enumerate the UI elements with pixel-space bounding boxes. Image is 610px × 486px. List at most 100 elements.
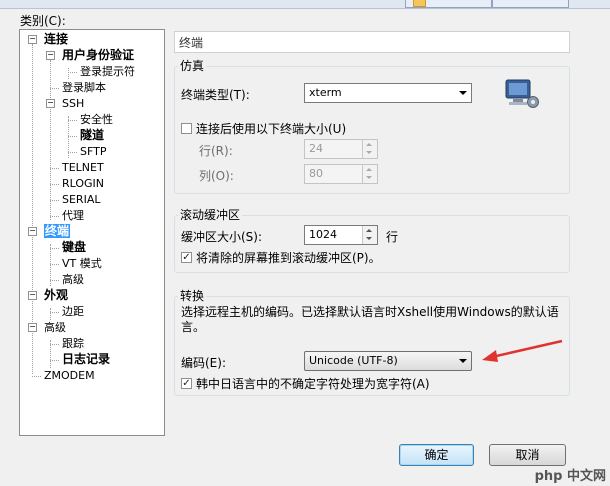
tree-connector <box>32 376 41 377</box>
terminal-settings-icon <box>505 79 539 108</box>
tree-item[interactable]: SFTP <box>80 144 106 159</box>
tree-item[interactable]: RLOGIN <box>62 176 104 191</box>
push-cleared-checkbox[interactable]: ✓ <box>181 252 192 263</box>
cjk-wide-label: 韩中日语言中的不确定字符处理为宽字符(A) <box>196 377 430 391</box>
spin-down-icon <box>366 151 372 154</box>
tree-item-label: 安全性 <box>80 113 113 126</box>
tree-item[interactable]: 用户身份验证 <box>62 48 134 63</box>
tree-connector <box>68 72 77 73</box>
tree-item-label: ZMODEM <box>44 369 95 382</box>
tree-item-label: 跟踪 <box>62 337 84 350</box>
tree-item[interactable]: SSH <box>62 96 84 111</box>
tree-item[interactable]: ZMODEM <box>44 368 95 383</box>
tree-connector <box>50 216 59 217</box>
tree-item[interactable]: 登录提示符 <box>80 64 135 79</box>
tree-item-label: 用户身份验证 <box>62 48 135 62</box>
chevron-down-icon <box>459 359 467 363</box>
tree-item-label: 高级 <box>44 321 66 334</box>
tree-connector <box>50 60 51 220</box>
cols-stepper[interactable] <box>362 165 377 183</box>
tree-item[interactable]: 隧道 <box>80 128 104 143</box>
tree-item-label: 日志记录 <box>62 352 111 366</box>
tree-item[interactable]: 边距 <box>62 304 84 319</box>
translation-group-title: 转换 <box>178 287 207 304</box>
tree-item[interactable]: 高级 <box>62 272 84 287</box>
tree-item[interactable]: 终端 <box>44 224 71 239</box>
tree-item-label: 终端 <box>44 224 71 238</box>
tree-item[interactable]: 代理 <box>62 208 84 223</box>
tree-item-label: 登录脚本 <box>62 81 106 94</box>
emulation-group-title: 仿真 <box>178 57 207 74</box>
rows-stepper[interactable] <box>362 140 377 158</box>
encoding-select[interactable]: Unicode (UTF-8) <box>304 351 472 371</box>
tree-item[interactable]: TELNET <box>62 160 104 175</box>
tree-item[interactable]: 跟踪 <box>62 336 84 351</box>
tree-item-label: 高级 <box>62 273 84 286</box>
ok-button[interactable]: 确定 <box>399 444 474 466</box>
tree-item-label: SSH <box>62 97 85 110</box>
terminal-type-select[interactable]: xterm <box>304 83 472 103</box>
cols-spinner[interactable]: 80 <box>304 164 378 184</box>
tree-item-label: RLOGIN <box>62 177 105 190</box>
tree-item-label: 键盘 <box>62 240 87 254</box>
buffer-size-value: 1024 <box>309 228 337 241</box>
category-label: 类别(C): <box>20 14 66 28</box>
tree-item-label: 外观 <box>44 288 69 302</box>
tree-item[interactable]: 键盘 <box>62 240 86 255</box>
resize-terminal-checkbox[interactable] <box>181 123 192 134</box>
collapse-icon[interactable]: − <box>28 227 37 236</box>
resize-terminal-label: 连接后使用以下终端大小(U) <box>196 122 347 136</box>
tree-item[interactable]: VT 模式 <box>62 256 102 271</box>
terminal-type-value: xterm <box>309 86 342 99</box>
tree-connector <box>68 152 77 153</box>
tree-item-label: VT 模式 <box>62 257 102 270</box>
buffer-unit-label: 行 <box>386 230 399 244</box>
rows-spinner[interactable]: 24 <box>304 139 378 159</box>
folder-icon <box>413 0 426 7</box>
page-title: 终端 <box>174 31 570 53</box>
push-cleared-label: 将清除的屏幕推到滚动缓冲区(P)。 <box>196 251 381 265</box>
tree-item-label: SERIAL <box>62 193 101 206</box>
tree-item[interactable]: 高级 <box>44 320 66 335</box>
tree-item-label: 登录提示符 <box>80 65 135 78</box>
watermark: php 中文网 <box>534 469 606 484</box>
tree-connector <box>50 308 51 320</box>
tree-item-label: 代理 <box>62 209 84 222</box>
tree-item[interactable]: SERIAL <box>62 192 100 207</box>
spin-up-icon <box>366 143 372 146</box>
tree-item-label: 连接 <box>44 32 69 46</box>
rows-value: 24 <box>309 142 323 155</box>
tree-item-label: TELNET <box>62 161 104 174</box>
tree-item-label: 隧道 <box>80 128 105 142</box>
tree-connector <box>68 120 77 121</box>
tree-connector <box>50 184 59 185</box>
cols-label: 列(O): <box>199 169 234 183</box>
tree-item[interactable]: 日志记录 <box>62 352 110 367</box>
cjk-wide-checkbox[interactable]: ✓ <box>181 378 192 389</box>
buffer-size-label: 缓冲区大小(S): <box>181 230 263 244</box>
scrollback-group-title: 滚动缓冲区 <box>178 206 243 223</box>
tree-item[interactable]: 连接 <box>44 32 68 47</box>
tree-connector <box>50 312 59 313</box>
spin-up-icon <box>366 168 372 171</box>
category-tree[interactable]: 连接 − 用户身份验证 − 登录提示符 登录脚本 SSH − 安全性 隧道 SFTP TELNET RL… <box>19 29 165 436</box>
background-window-button <box>492 0 569 8</box>
tree-item[interactable]: 登录脚本 <box>62 80 106 95</box>
collapse-icon[interactable]: − <box>46 99 55 108</box>
collapse-icon[interactable]: − <box>46 51 55 60</box>
collapse-icon[interactable]: − <box>28 35 37 44</box>
collapse-icon[interactable]: − <box>28 323 37 332</box>
tree-item-label: 边距 <box>62 305 84 318</box>
encoding-label: 编码(E): <box>181 356 226 370</box>
tree-item[interactable]: 外观 <box>44 288 68 303</box>
spin-down-icon <box>366 176 372 179</box>
encoding-description: 选择远程主机的编码。已选择默认语言时Xshell使用Windows的默认语言。 <box>181 305 559 334</box>
cols-value: 80 <box>309 167 323 180</box>
buffer-size-stepper[interactable] <box>362 226 377 244</box>
tree-item[interactable]: 安全性 <box>80 112 113 127</box>
cancel-button[interactable]: 取消 <box>489 444 566 466</box>
collapse-icon[interactable]: − <box>28 291 37 300</box>
encoding-value: Unicode (UTF-8) <box>309 354 398 367</box>
spin-up-icon <box>366 229 372 232</box>
buffer-size-spinner[interactable]: 1024 <box>304 225 378 245</box>
